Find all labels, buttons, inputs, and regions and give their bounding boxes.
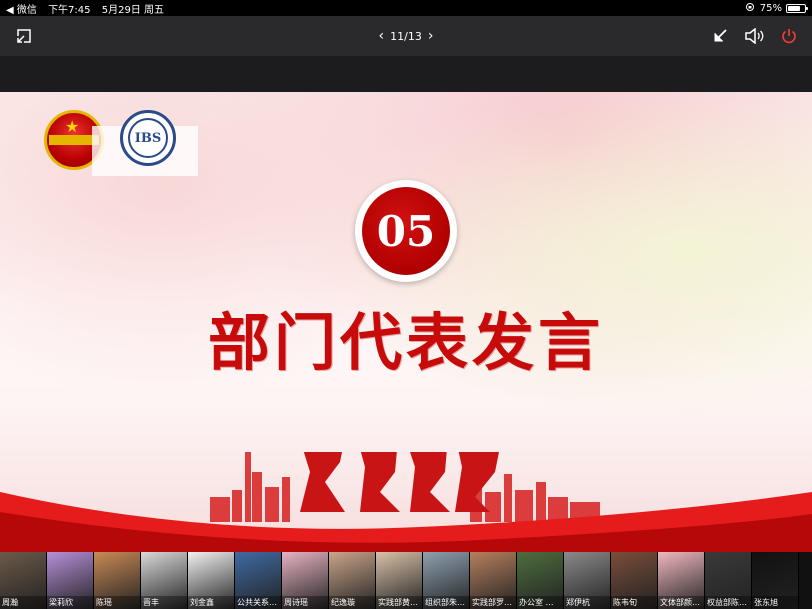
status-time: 下午7:45 [48, 4, 91, 16]
participant-name: 张东旭 [752, 596, 798, 609]
jumping-people-silhouettes [300, 452, 499, 512]
participant-tile[interactable]: 纪逸璇 [329, 552, 376, 609]
participant-tile[interactable]: 张东旭 [752, 552, 799, 609]
participant-strip: 周瀚 梁莉欣 陈瑶 晋丰 刘金鑫 公共关系… 周诗瑶 纪逸璇 实践部黄… 组织部朱… 实践部罗… 办公… [0, 552, 812, 609]
power-icon [782, 29, 796, 44]
participant-name: 权益部陈… [705, 596, 751, 609]
participant-tile[interactable]: 权益部陈… [705, 552, 752, 609]
status-date: 5月29日 周五 [101, 4, 164, 16]
participant-name: 陈韦旬 [611, 596, 657, 609]
shrink-window-icon [17, 29, 31, 43]
speaker-icon [745, 28, 764, 44]
participant-tile[interactable]: 公共关系… [235, 552, 282, 609]
page-indicator: 11/13 [390, 29, 422, 43]
participant-tile[interactable]: 刘金鑫 [188, 552, 235, 609]
participant-name: 梁莉欣 [47, 596, 93, 609]
participant-tile[interactable]: 实践部罗… [470, 552, 517, 609]
participant-name: 刘金鑫 [188, 596, 234, 609]
participant-tile[interactable]: 办公室 潘叡 [517, 552, 564, 609]
participant-tile[interactable]: 晋丰 [141, 552, 188, 609]
back-to-app-link[interactable]: ◀ 微信 [6, 5, 37, 16]
participant-name: 实践部黄… [376, 596, 422, 609]
presentation-toolbar: ‹ 11/13 › [0, 16, 812, 56]
participant-tile[interactable]: 陈韦旬 [611, 552, 658, 609]
status-bar: ◀ 微信 下午7:45 5月29日 周五 75% [0, 0, 812, 16]
next-page-icon[interactable]: › [428, 28, 434, 44]
participant-name: 晋丰 [141, 596, 187, 609]
participant-name: 公共关系… [235, 596, 281, 609]
skyline-and-ribbon-graphic [0, 452, 812, 552]
participant-name: 实践部罗… [470, 596, 516, 609]
participant-name: 周瀚 [0, 596, 46, 609]
shared-slide: ★ IBS 05 部门代表发言 [0, 92, 812, 552]
end-meeting-button[interactable] [777, 24, 801, 48]
battery-percent: 75% [759, 2, 782, 14]
ibs-logo-text: IBS [128, 118, 168, 158]
screen-lock-icon [744, 2, 756, 15]
section-number-badge: 05 [355, 180, 457, 282]
participant-name: 文体部颜… [658, 596, 704, 609]
toolbar-spacer [0, 56, 812, 92]
participant-tile[interactable]: 梁莉欣 [47, 552, 94, 609]
city-skyline [210, 452, 600, 522]
participant-name: 周诗瑶 [282, 596, 328, 609]
star-icon: ★ [65, 117, 80, 136]
arrow-down-left-icon [714, 29, 727, 42]
section-number: 05 [362, 187, 450, 275]
volume-button[interactable] [742, 24, 766, 48]
participant-tile[interactable]: 文体部颜… [658, 552, 705, 609]
battery-icon [786, 3, 808, 13]
participant-name: 郑伊杭 [564, 596, 610, 609]
participant-tile[interactable]: 实践部黄… [376, 552, 423, 609]
participant-name: 陈瑶 [94, 596, 140, 609]
participant-name: 办公室 潘叡 [517, 596, 563, 609]
slide-title: 部门代表发言 [207, 306, 604, 379]
participant-tile[interactable]: 郑伊杭 [564, 552, 611, 609]
page-pager: ‹ 11/13 › [379, 24, 434, 48]
ibs-logo: IBS [120, 110, 176, 166]
prev-page-icon[interactable]: ‹ [379, 28, 385, 44]
battery-fill [788, 5, 800, 11]
participant-tile[interactable]: 周瀚 [0, 552, 47, 609]
participant-name: 纪逸璇 [329, 596, 375, 609]
participant-tile[interactable]: 组织部朱… [423, 552, 470, 609]
exit-fullscreen-button[interactable] [12, 24, 36, 48]
participant-name: 组织部朱… [423, 596, 469, 609]
participant-tile[interactable]: 周诗瑶 [282, 552, 329, 609]
minimize-button[interactable] [708, 24, 732, 48]
participant-tile[interactable]: 陈瑶 [94, 552, 141, 609]
